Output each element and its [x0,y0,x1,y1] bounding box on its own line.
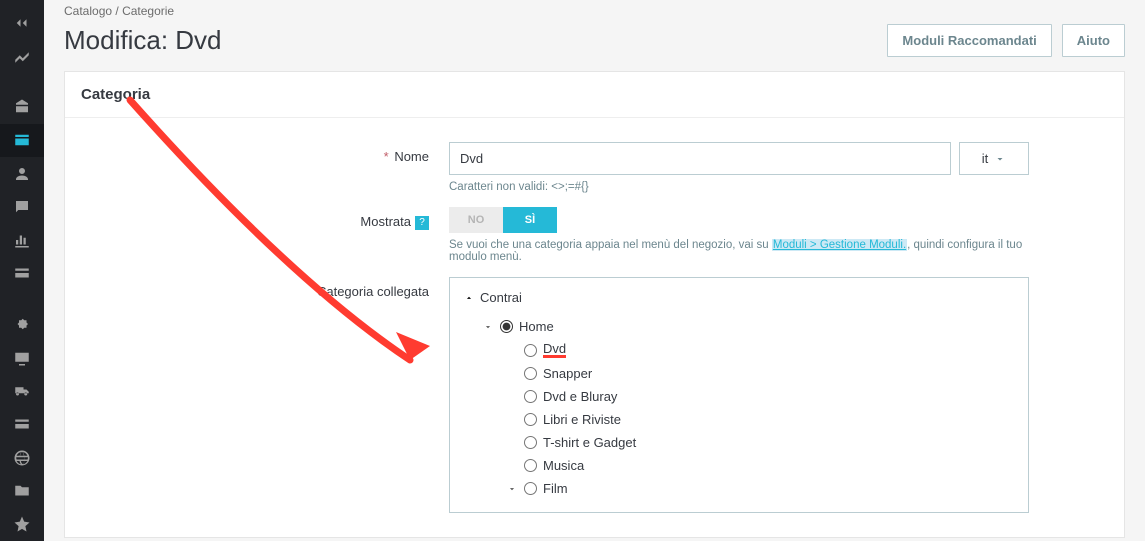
category-tree: Contrai Home Dvd Snapper Dvd e Bluray Libri… [449,277,1029,513]
sidebar-folder[interactable] [0,474,44,507]
tree-node[interactable]: Dvd [464,338,1014,362]
language-label: it [982,151,989,166]
tree-node[interactable]: T-shirt e Gadget [464,431,1014,454]
sidebar-stats[interactable] [0,224,44,257]
radio-item[interactable] [524,459,537,472]
sidebar-modules[interactable] [0,308,44,341]
page-title: Modifica: Dvd [64,25,222,56]
collapse-toggle[interactable] [482,322,494,332]
shown-help-text: Se vuoi che una categoria appaia nel men… [449,239,1029,263]
chevron-up-icon [464,293,474,303]
tree-node-home[interactable]: Home [464,315,1014,338]
sidebar [0,0,44,541]
tree-label: T-shirt e Gadget [543,435,636,450]
name-help-text: Caratteri non validi: <>;=#{} [449,181,1029,193]
sidebar-customers[interactable] [0,157,44,190]
toggle-yes[interactable]: SÌ [503,207,557,233]
sidebar-orders[interactable] [0,90,44,123]
language-dropdown[interactable]: it [959,142,1029,175]
name-label: * Nome [89,142,449,164]
name-input[interactable] [449,142,951,175]
recommended-modules-button[interactable]: Moduli Raccomandati [887,24,1051,57]
sidebar-service[interactable] [0,190,44,223]
sidebar-billing[interactable] [0,408,44,441]
chevron-down-icon [994,153,1006,165]
shown-toggle[interactable]: NO SÌ [449,207,1029,233]
tree-node[interactable]: Film [464,477,1014,500]
panel-title: Categoria [65,72,1124,118]
tree-label: Film [543,481,568,496]
tree-label: Musica [543,458,584,473]
tree-label: Snapper [543,366,592,381]
tree-node[interactable]: Dvd e Bluray [464,385,1014,408]
sidebar-payment[interactable] [0,257,44,290]
sidebar-catalog[interactable] [0,124,44,157]
tree-node[interactable]: Snapper [464,362,1014,385]
help-icon[interactable]: ? [415,216,429,230]
sidebar-shipping[interactable] [0,374,44,407]
radio-item[interactable] [524,367,537,380]
tree-label: Dvd e Bluray [543,389,617,404]
tree-label: Libri e Riviste [543,412,621,427]
help-button[interactable]: Aiuto [1062,24,1125,57]
toggle-no[interactable]: NO [449,207,503,233]
radio-item[interactable] [524,390,537,403]
modules-link[interactable]: Moduli > Gestione Moduli. [772,239,907,251]
radio-item[interactable] [524,344,537,357]
tree-label: Dvd [543,342,566,358]
radio-item[interactable] [524,436,537,449]
main-content: Catalogo / Categorie Modifica: Dvd Modul… [44,0,1145,541]
parent-category-label: Categoria collegata [89,277,449,299]
sidebar-toggle[interactable] [0,6,44,39]
breadcrumb-current: Categorie [122,4,174,18]
sidebar-star[interactable] [0,508,44,541]
category-panel: Categoria * Nome it Caratteri non validi… [64,71,1125,538]
collapse-all-button[interactable]: Contrai [464,290,1014,305]
expand-toggle[interactable] [506,484,518,494]
tree-node[interactable]: Musica [464,454,1014,477]
radio-home[interactable] [500,320,513,333]
sidebar-dashboard[interactable] [0,39,44,72]
shown-label: Mostrata? [89,207,449,230]
page-header: Catalogo / Categorie Modifica: Dvd Modul… [44,0,1145,71]
sidebar-design[interactable] [0,341,44,374]
sidebar-intl[interactable] [0,441,44,474]
radio-item[interactable] [524,482,537,495]
breadcrumb: Catalogo / Categorie [64,4,1125,18]
tree-label: Home [519,319,554,334]
radio-item[interactable] [524,413,537,426]
tree-node[interactable]: Libri e Riviste [464,408,1014,431]
breadcrumb-parent[interactable]: Catalogo [64,4,112,18]
